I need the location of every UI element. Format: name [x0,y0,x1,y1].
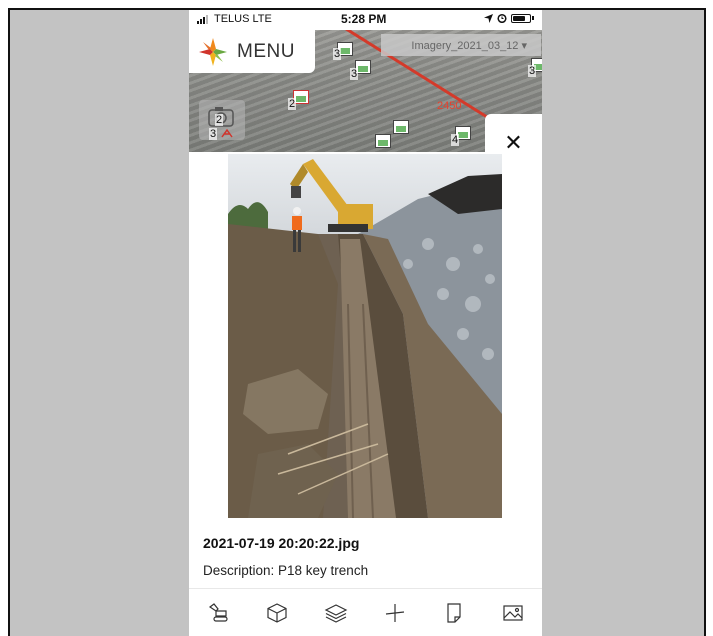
marker-count: 2 [288,98,297,110]
box-icon [267,603,287,623]
marker-count: 3 [350,68,359,80]
site-photo[interactable] [228,154,502,518]
marker-count: 2 [215,114,224,126]
photo-filename: 2021-07-19 20:20:22.jpg [203,535,360,551]
signal-icon [197,15,208,24]
notes-button[interactable] [439,598,469,628]
marker-count: 4 [451,134,460,146]
measure-icon [385,604,404,622]
menu-label: MENU [237,40,295,62]
clock: 5:28 PM [341,12,387,26]
pdf-icon [221,128,233,138]
layers-button[interactable] [321,598,351,628]
marker-count: 3 [528,65,537,77]
carrier-label: TELUS LTE [214,13,272,25]
battery-icon [511,13,531,23]
alarm-icon [497,13,507,23]
close-button[interactable]: ✕ [485,114,542,152]
photo-marker[interactable] [375,134,391,148]
phone-screen: TELUS LTE 5:28 PM 2450 3 3 2 4 3 2 3 MEN… [189,10,542,636]
image-icon [502,605,523,621]
excavator-icon [209,603,229,622]
marker-count: 3 [333,48,342,60]
imagery-select[interactable]: Imagery_2021_03_12 ▾ [381,34,541,56]
road-chainage-label: 2450 [437,100,462,112]
bottom-toolbar [189,588,542,636]
status-bar: TELUS LTE 5:28 PM [189,10,542,30]
app-logo-icon [199,37,227,66]
location-arrow-icon [484,13,493,23]
layers-icon [324,604,348,623]
photo-detail-panel: 2021-07-19 20:20:22.jpg Description: P18… [189,152,542,588]
gallery-button[interactable] [498,598,528,628]
marker-count: 3 [209,128,218,140]
photo-marker[interactable] [393,120,409,134]
photo-description: Description: P18 key trench [203,563,369,578]
note-icon [447,603,461,623]
measure-button[interactable] [380,598,410,628]
close-icon: ✕ [504,130,523,152]
map-view[interactable]: 2450 3 3 2 4 3 2 3 MENU Imagery_2021_03_… [189,30,542,152]
trench-photo-image [228,154,502,518]
camera-button[interactable]: 2 3 [199,100,245,140]
excavator-tool-button[interactable] [203,598,233,628]
3d-model-button[interactable] [262,598,292,628]
menu-button[interactable]: MENU [189,30,315,73]
